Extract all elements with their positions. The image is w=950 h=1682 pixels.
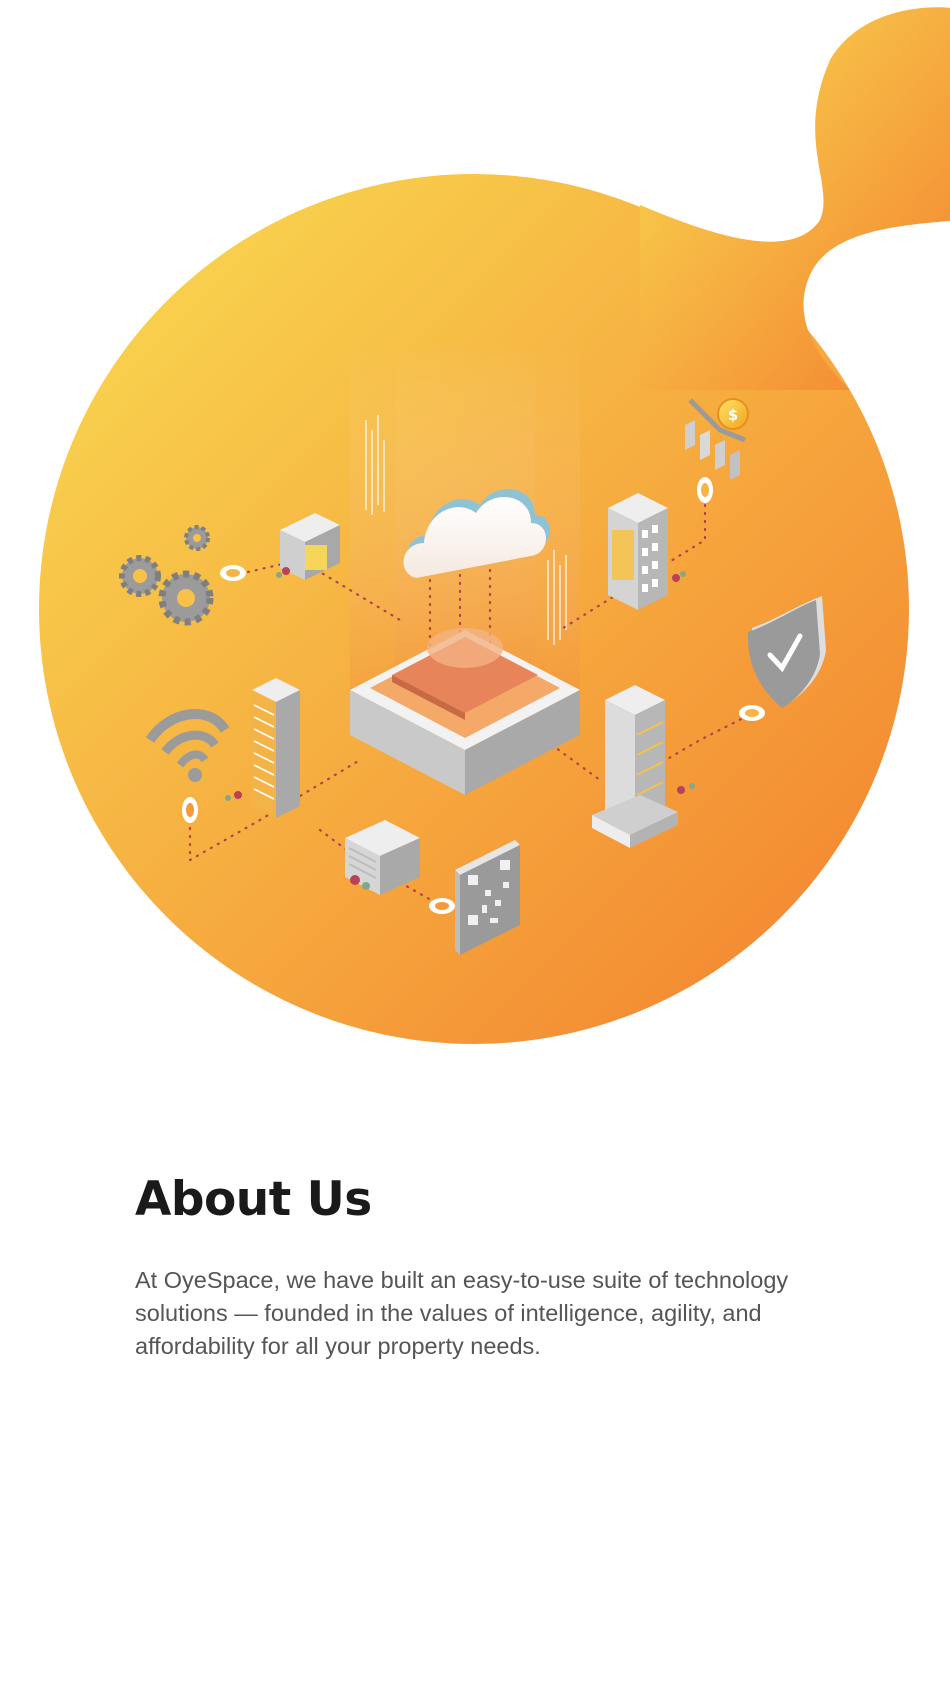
hero-illustration: $: [0, 0, 950, 1060]
about-title: About Us: [135, 1172, 372, 1227]
hero-svg: $: [39, 7, 950, 1044]
about-section: About Us At OyeSpace, we have built an e…: [135, 1172, 855, 1363]
svg-text:$: $: [728, 406, 738, 424]
about-description: At OyeSpace, we have built an easy-to-us…: [135, 1267, 789, 1359]
